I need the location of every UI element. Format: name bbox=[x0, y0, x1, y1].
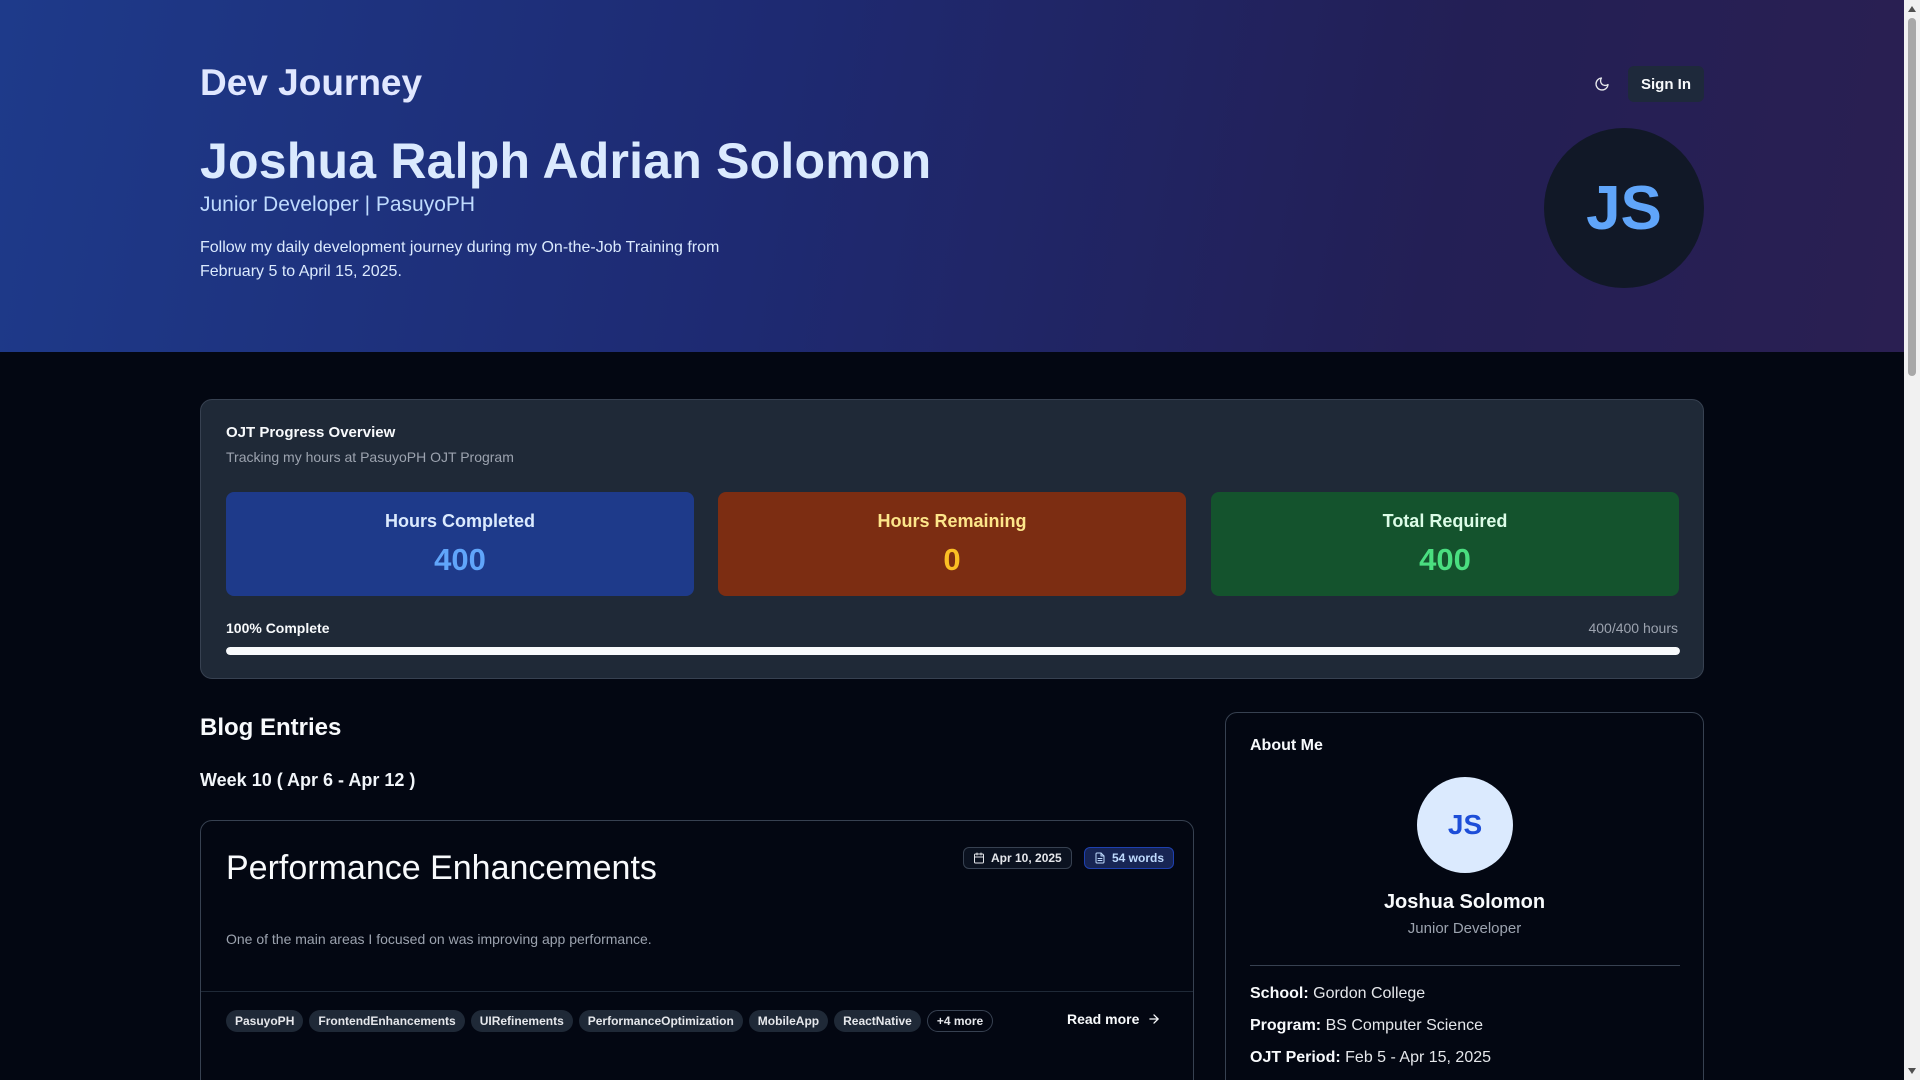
tag[interactable]: MobileApp bbox=[748, 1010, 829, 1032]
school-label: School: bbox=[1250, 985, 1309, 1002]
stat-label: Total Required bbox=[1382, 511, 1508, 531]
theme-toggle-button[interactable] bbox=[1582, 68, 1622, 100]
post-date: Apr 10, 2025 bbox=[991, 851, 1062, 865]
tag-list: PasuyoPH FrontendEnhancements UIRefineme… bbox=[226, 1010, 994, 1032]
program-label: Program: bbox=[1250, 1017, 1322, 1034]
ojt-period-value: Feb 5 - Apr 15, 2025 bbox=[1345, 1049, 1492, 1066]
school-value: Gordon College bbox=[1313, 985, 1426, 1002]
program-row: Program: BS Computer Science bbox=[1250, 1017, 1483, 1035]
hours-remaining-stat: Hours Remaining 0 bbox=[718, 492, 1186, 596]
card-subtitle: Tracking my hours at PasuyoPH OJT Progra… bbox=[226, 449, 514, 465]
progress-percent-label: 100% Complete bbox=[226, 620, 330, 636]
divider bbox=[1250, 965, 1680, 966]
word-count: 54 words bbox=[1112, 851, 1165, 865]
tag[interactable]: ReactNative bbox=[834, 1010, 921, 1032]
total-required-stat: Total Required 400 bbox=[1211, 492, 1679, 596]
stat-value: 400 bbox=[434, 542, 486, 577]
hours-completed-stat: Hours Completed 400 bbox=[226, 492, 694, 596]
about-title: About Me bbox=[1250, 737, 1323, 754]
scroll-down-arrow-icon[interactable] bbox=[1908, 1068, 1916, 1074]
tag[interactable]: FrontendEnhancements bbox=[309, 1010, 465, 1032]
ojt-period-row: OJT Period: Feb 5 - Apr 15, 2025 bbox=[1250, 1049, 1491, 1067]
hero-role: Junior Developer | PasuyoPH bbox=[200, 193, 476, 216]
divider bbox=[201, 991, 1193, 992]
read-more-link[interactable]: Read more bbox=[1067, 1011, 1161, 1027]
hero-description: Follow my daily development journey duri… bbox=[200, 239, 720, 280]
tag[interactable]: PerformanceOptimization bbox=[578, 1010, 743, 1032]
stat-value: 0 bbox=[943, 542, 961, 577]
file-text-icon bbox=[1095, 852, 1105, 864]
about-role: Junior Developer bbox=[1407, 920, 1522, 937]
calendar-icon bbox=[974, 852, 984, 864]
progress-bar bbox=[226, 647, 1680, 655]
about-name: Joshua Solomon bbox=[1383, 891, 1546, 913]
about-me-card: About Me JS Joshua Solomon Junior Develo… bbox=[1225, 712, 1704, 1080]
ojt-period-label: OJT Period: bbox=[1250, 1049, 1341, 1066]
sign-in-button[interactable]: Sign In bbox=[1628, 66, 1704, 102]
post-date-badge: Apr 10, 2025 bbox=[963, 847, 1072, 869]
stat-label: Hours Completed bbox=[384, 511, 535, 531]
school-row: School: Gordon College bbox=[1250, 985, 1425, 1003]
scroll-up-arrow-icon[interactable] bbox=[1908, 6, 1916, 12]
tag[interactable]: UIRefinements bbox=[470, 1010, 573, 1032]
tag[interactable]: PasuyoPH bbox=[226, 1010, 304, 1032]
blog-post-card[interactable]: Performance Enhancements Apr 10, 2025 54… bbox=[200, 820, 1194, 1080]
post-title[interactable]: Performance Enhancements bbox=[226, 849, 657, 888]
progress-bar-fill bbox=[226, 647, 1680, 655]
program-value: BS Computer Science bbox=[1325, 1017, 1483, 1034]
card-title: OJT Progress Overview bbox=[226, 424, 396, 441]
stat-label: Hours Remaining bbox=[877, 511, 1027, 531]
site-brand[interactable]: Dev Journey bbox=[200, 62, 422, 104]
post-excerpt: One of the main areas I focused on was i… bbox=[226, 931, 652, 947]
hero-name: Joshua Ralph Adrian Solomon bbox=[200, 133, 932, 189]
progress-hours-label: 400/400 hours bbox=[1588, 620, 1678, 636]
scrollbar-thumb[interactable] bbox=[1908, 18, 1916, 376]
week-heading: Week 10 ( Apr 6 - Apr 12 ) bbox=[200, 770, 416, 790]
moon-icon bbox=[1595, 77, 1609, 91]
blog-heading: Blog Entries bbox=[200, 714, 342, 741]
more-tags-badge[interactable]: +4 more bbox=[926, 1010, 994, 1032]
ojt-progress-card: OJT Progress Overview Tracking my hours … bbox=[200, 399, 1704, 679]
page-scrollbar[interactable] bbox=[1904, 0, 1920, 1080]
word-count-badge: 54 words bbox=[1084, 847, 1175, 869]
arrow-right-icon bbox=[1149, 1014, 1160, 1024]
stat-value: 400 bbox=[1419, 542, 1471, 577]
avatar: JS bbox=[1417, 777, 1513, 873]
avatar: JS bbox=[1544, 128, 1704, 288]
read-more-label: Read more bbox=[1067, 1011, 1140, 1027]
hero-banner: Dev Journey Sign In Joshua Ralph Adrian … bbox=[0, 0, 1904, 352]
